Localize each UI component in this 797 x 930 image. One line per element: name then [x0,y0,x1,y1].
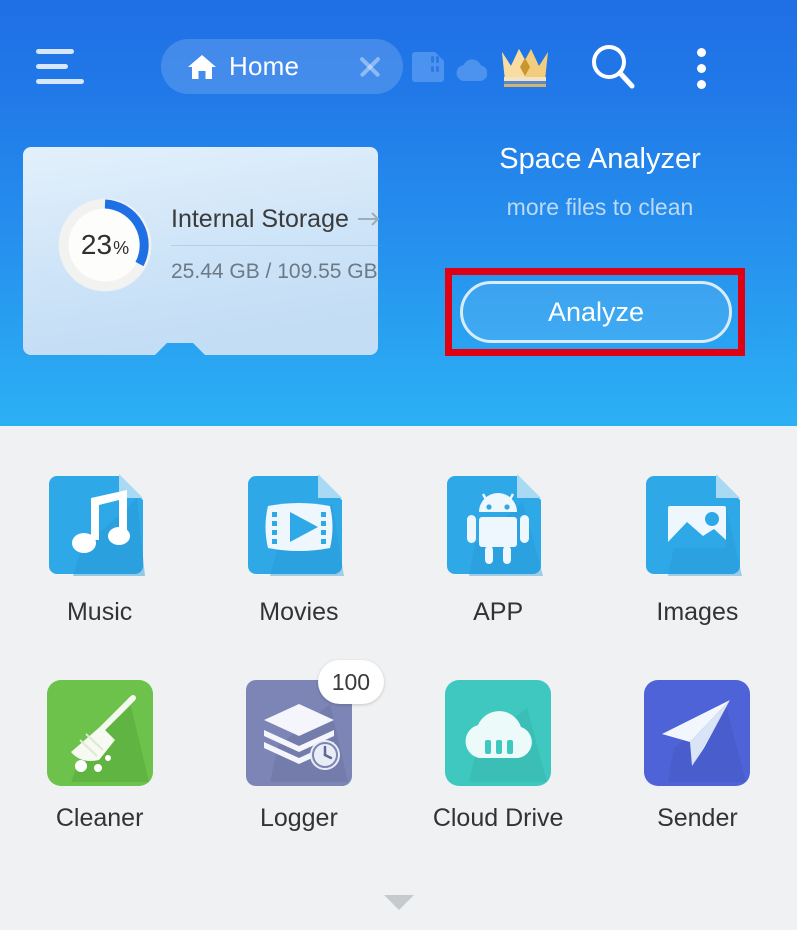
hamburger-line [36,64,68,69]
space-analyzer-panel: Space Analyzer more files to clean [420,145,780,219]
search-icon[interactable] [588,42,638,92]
grid-item-sender[interactable]: Sender [598,678,797,833]
grid-item-cloud-drive[interactable]: Cloud Drive [399,678,598,833]
grid-item-label: APP [473,598,524,626]
storage-usage: 25.44 GB / 109.55 GB [171,260,378,283]
grid-item-movies[interactable]: Movies [199,472,398,627]
grid-item-label: Sender [657,804,738,832]
hamburger-line [36,79,84,84]
grid-row: Cleaner 100 Logger Cloud Drive Sender [0,660,797,833]
cloud-drive-icon [443,678,553,788]
close-icon[interactable] [357,54,383,80]
arrow-right-icon [357,210,381,228]
home-icon [187,53,217,81]
grid-item-label: Music [66,598,133,626]
grid-item-label: Logger [259,804,338,832]
movie-file-icon [244,472,354,582]
hamburger-menu-icon[interactable] [36,46,90,88]
music-file-icon [45,472,155,582]
logger-badge: 100 [317,660,384,704]
storage-card-content: 23% Internal Storage 25.44 GB / 109.55 G… [23,147,386,365]
crown-icon[interactable] [498,44,552,90]
more-dot [697,80,706,89]
grid-item-images[interactable]: Images [598,472,797,627]
storage-percent: 23% [55,195,155,295]
more-dot [697,48,706,57]
image-file-icon [642,472,752,582]
grid-row: Music Movies APP Images [0,472,797,627]
grid-item-music[interactable]: Music [0,472,199,627]
app-root: Home 23 % Internal Storage 25.44 GB / 10… [0,0,797,930]
space-analyzer-title: Space Analyzer [499,143,701,175]
grid-item-cleaner[interactable]: Cleaner [0,678,199,833]
hamburger-line [36,49,74,54]
grid-item-label: Movies [259,598,339,626]
log-stack-icon: 100 [244,660,384,788]
storage-progress-ring: 23% [55,195,155,295]
chevron-down-icon[interactable] [383,895,414,911]
cloud-icon[interactable] [455,54,488,82]
storage-title-row: Internal Storage [171,199,381,239]
top-bar: Home [0,0,797,125]
grid-item-app[interactable]: APP [399,472,598,627]
percent-symbol: % [113,237,130,258]
analyze-button[interactable]: Analyze [460,281,732,343]
storage-percent-value: 23 [80,229,113,260]
more-vertical-icon[interactable] [697,48,709,89]
sdcard-icon[interactable] [412,52,444,82]
hero-section: Home 23 % Internal Storage 25.44 GB / 10… [0,0,797,426]
more-dot [697,64,706,73]
broom-icon [45,678,155,788]
grid-item-label: Cleaner [55,804,144,832]
grid-item-logger[interactable]: 100 Logger [199,660,398,833]
storage-divider [171,245,381,246]
tab-home-label: Home [229,51,300,81]
paper-plane-icon [642,678,752,788]
space-analyzer-subtitle: more files to clean [506,194,694,220]
grid-item-label: Cloud Drive [432,804,564,832]
internal-storage-card[interactable]: 23% Internal Storage 25.44 GB / 109.55 G… [23,147,386,365]
tab-home[interactable]: Home [161,39,403,94]
android-file-icon [443,472,553,582]
storage-details: Internal Storage 25.44 GB / 109.55 GB [171,199,381,284]
storage-title: Internal Storage [171,204,349,233]
grid-item-label: Images [656,598,739,626]
shortcut-grid: Music Movies APP Images Cleaner 100 Logg… [0,426,797,930]
